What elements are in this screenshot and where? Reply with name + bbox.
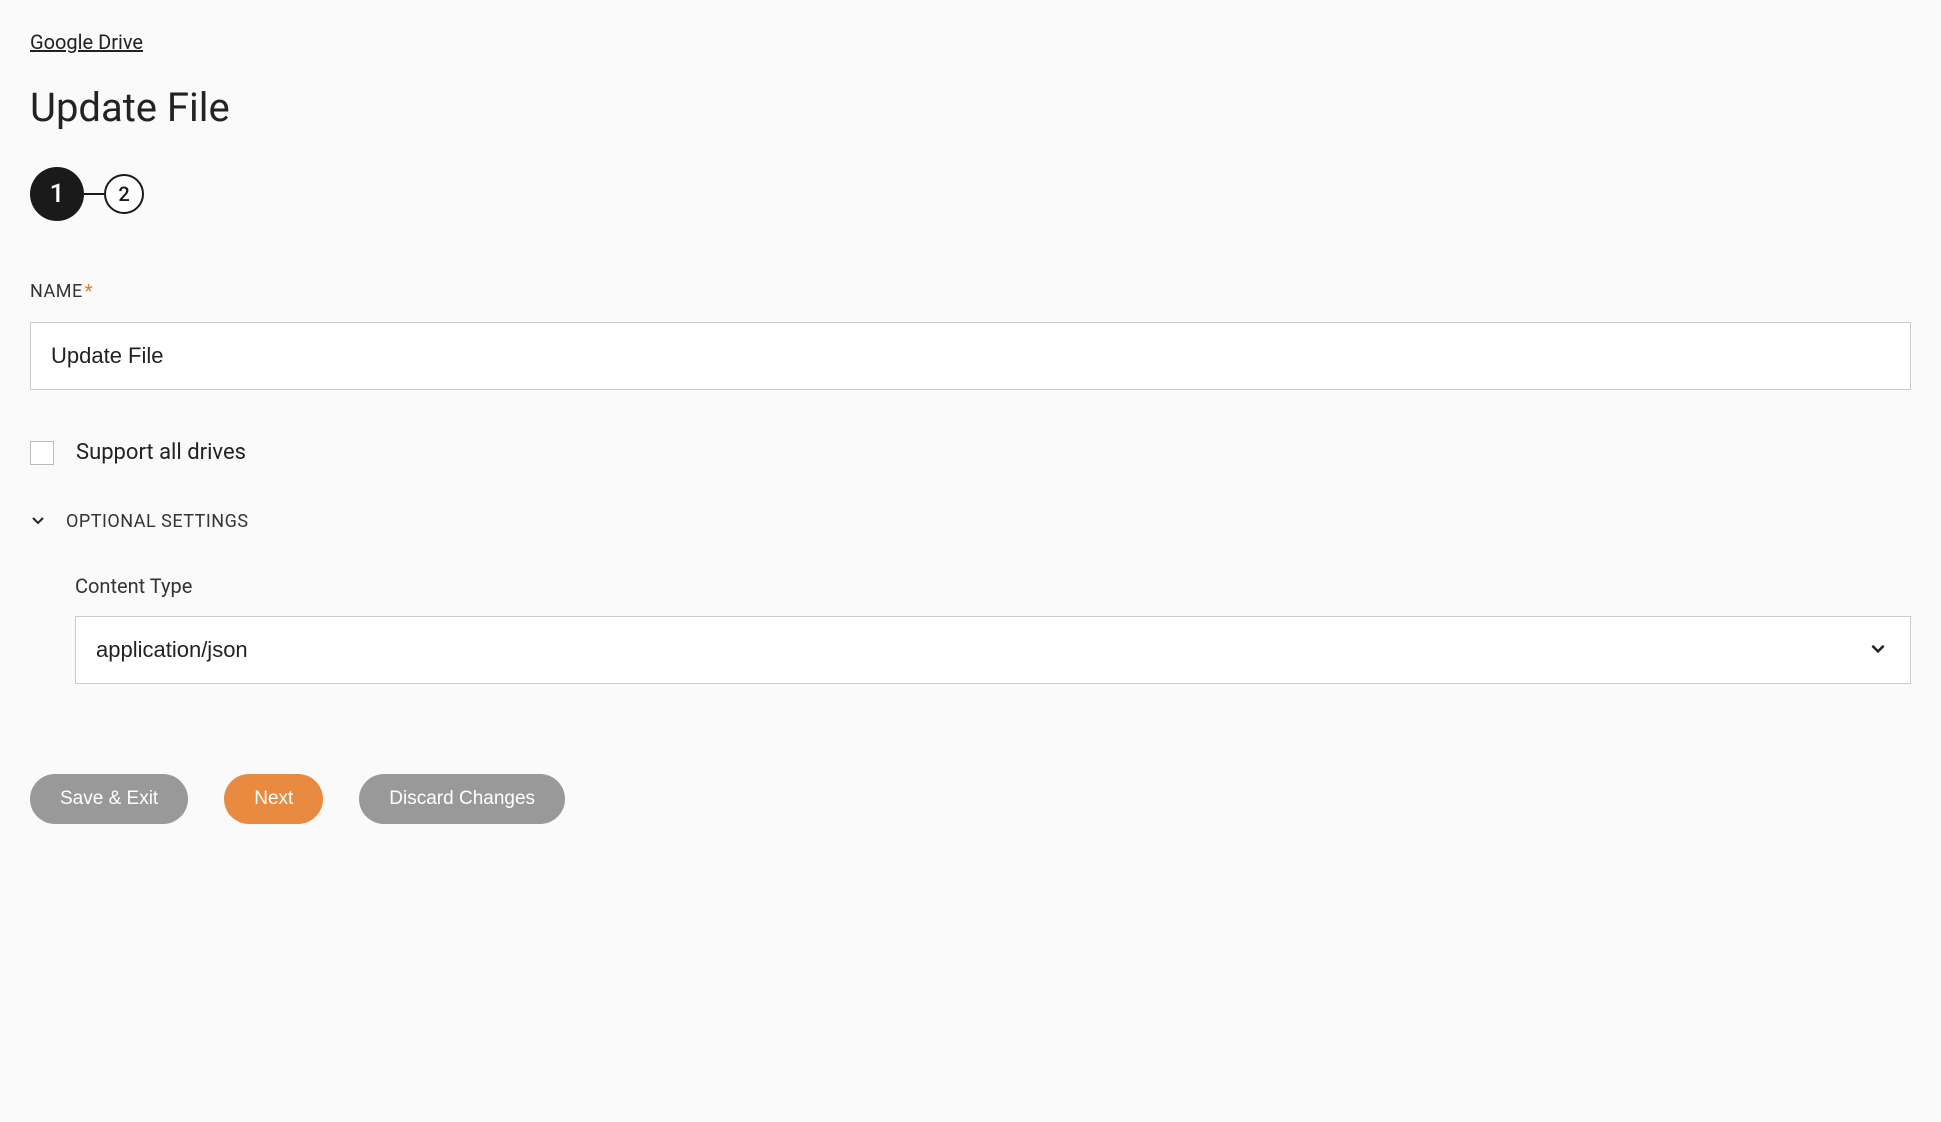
support-all-drives-row: Support all drives xyxy=(30,440,1911,465)
next-button[interactable]: Next xyxy=(224,774,323,824)
support-all-drives-label: Support all drives xyxy=(76,440,246,465)
optional-settings-label: OPTIONAL SETTINGS xyxy=(66,511,249,532)
button-row: Save & Exit Next Discard Changes xyxy=(30,774,1911,824)
step-2[interactable]: 2 xyxy=(104,174,144,214)
optional-settings-content: Content Type xyxy=(30,574,1911,684)
discard-changes-button[interactable]: Discard Changes xyxy=(359,774,565,824)
support-all-drives-checkbox[interactable] xyxy=(30,441,54,465)
required-asterisk: * xyxy=(85,281,93,302)
name-label: NAME* xyxy=(30,281,1911,302)
optional-settings-toggle[interactable]: OPTIONAL SETTINGS xyxy=(30,511,1911,532)
chevron-down-icon xyxy=(30,512,46,532)
page-title: Update File xyxy=(30,84,1911,131)
step-connector xyxy=(84,193,104,195)
content-type-select[interactable] xyxy=(75,616,1911,684)
content-type-select-wrapper xyxy=(75,616,1911,684)
step-1[interactable]: 1 xyxy=(30,167,84,221)
name-input[interactable] xyxy=(30,322,1911,390)
stepper: 1 2 xyxy=(30,167,1911,221)
content-type-label: Content Type xyxy=(75,574,1911,598)
breadcrumb-link[interactable]: Google Drive xyxy=(30,30,143,54)
save-exit-button[interactable]: Save & Exit xyxy=(30,774,188,824)
